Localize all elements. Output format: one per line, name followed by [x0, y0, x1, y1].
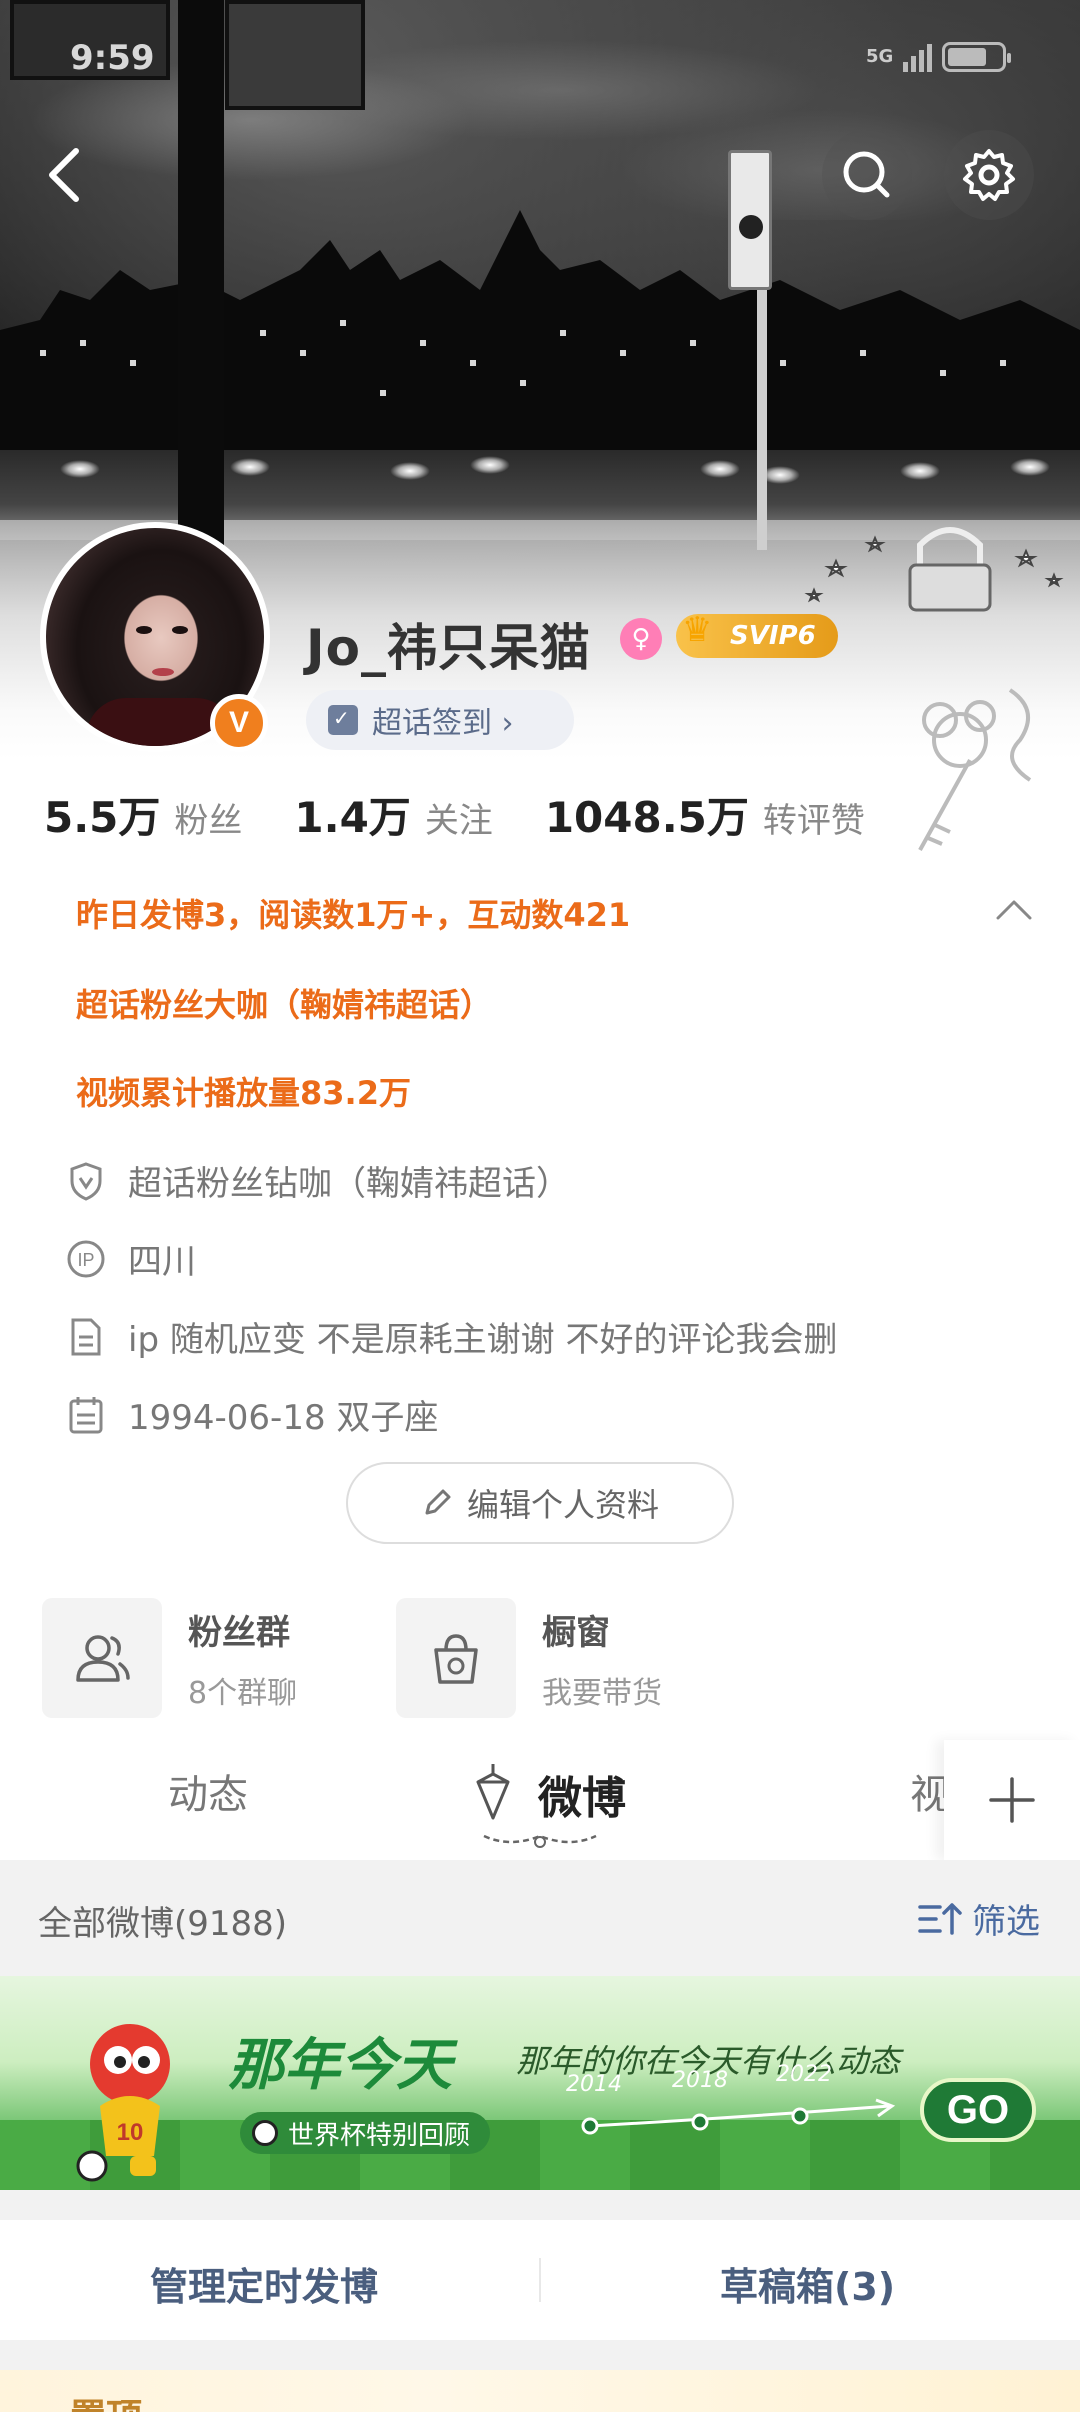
highlight-video-plays: 视频累计播放量83.2万 [76, 1074, 411, 1112]
username: Jo_祎只呆猫 [306, 619, 591, 677]
calendar-check-icon [328, 705, 358, 735]
gender-female-icon: ♀ [620, 618, 662, 660]
stat-value: 1048.5万 [544, 793, 749, 842]
svip-label: SVIP6 [730, 621, 816, 651]
fan-group-card[interactable]: 粉丝群 8个群聊 [42, 1598, 297, 1718]
fan-group-subtitle: 8个群聊 [188, 1675, 298, 1711]
svg-text:IP: IP [77, 1250, 94, 1270]
stat-label: 转评赞 [762, 801, 865, 841]
weibo-filter-bar: 全部微博(9188) 筛选 [0, 1860, 1080, 1976]
cover-pole [178, 0, 224, 560]
all-weibo-count: 全部微博(9188) [38, 1904, 288, 1944]
key-sticker-icon [918, 688, 1032, 851]
battery-icon [942, 42, 1012, 72]
taxi-sign [728, 150, 772, 290]
back-button[interactable] [20, 130, 110, 220]
chain-decoration-icon [483, 1834, 597, 1848]
filter-label: 筛选 [972, 1902, 1040, 1942]
info-ip-text: 四川 [128, 1242, 196, 1282]
world-cup-pill: 世界杯特别回顾 [240, 2112, 491, 2154]
people-icon [42, 1598, 162, 1718]
highlight-yesterday: 昨日发博3，阅读数1万+，互动数421 [76, 896, 631, 934]
chevron-up-icon[interactable] [994, 890, 1034, 930]
edit-profile-label: 编辑个人资料 [466, 1486, 659, 1524]
info-bio-text: ip 随机应变 不是原耗主谢谢 不好的评论我会删 [128, 1320, 838, 1360]
tab-weibo[interactable]: 微博 [538, 1762, 626, 1826]
network-label: 5G [866, 46, 894, 67]
info-birthday-row: 1994-06-18 双子座 [66, 1390, 438, 1439]
drafts-button[interactable]: 草稿箱(3) [720, 2256, 895, 2311]
gem-icon [476, 1764, 510, 1820]
stat-value: 1.4万 [294, 793, 411, 842]
filter-button[interactable]: 筛选 [918, 1894, 1040, 1943]
search-button[interactable] [822, 130, 912, 220]
chaohua-checkin-label: 超话签到 › [372, 706, 514, 741]
search-icon [843, 151, 890, 198]
cover-skyline [0, 210, 1080, 470]
verified-badge: V [210, 694, 268, 752]
svip-badge[interactable]: ♛ SVIP6 [676, 610, 838, 658]
calendar-icon [66, 1395, 106, 1435]
cover-lights [0, 440, 1080, 500]
settings-button[interactable] [944, 130, 1034, 220]
year-label: 2022 [776, 2062, 832, 2087]
info-badge-text: 超话粉丝钻咖（鞠婧祎超话） [128, 1164, 570, 1204]
year-label: 2014 [566, 2072, 622, 2097]
stat-interactions[interactable]: 1048.5万 转评赞 [545, 784, 865, 845]
section-gap [0, 2190, 1080, 2220]
showcase-title: 橱窗 [542, 1612, 610, 1653]
on-this-day-banner[interactable]: 10 那年今天 那年的你在今天有什么动态 世界杯特别回顾 2014 2018 2… [0, 1976, 1080, 2190]
info-bio-row: ip 随机应变 不是原耗主谢谢 不好的评论我会删 [66, 1312, 837, 1361]
avatar[interactable]: V [40, 522, 270, 752]
scheduled-posts-button[interactable]: 管理定时发博 [150, 2256, 378, 2311]
status-time: 9:59 [70, 38, 155, 78]
stat-label: 粉丝 [174, 801, 243, 841]
stat-followers[interactable]: 5.5万 粉丝 [44, 784, 242, 845]
crown-icon: ♛ [682, 610, 713, 650]
jersey-number: 10 [117, 2119, 144, 2146]
info-badge-row[interactable]: 超话粉丝钻咖（鞠婧祎超话） [66, 1156, 570, 1205]
showcase-card[interactable]: 橱窗 我要带货 [396, 1598, 662, 1718]
status-indicators: 5G [866, 42, 1012, 72]
go-button[interactable]: GO [920, 2078, 1036, 2142]
gear-icon [963, 149, 1015, 201]
stat-label: 关注 [424, 801, 493, 841]
plus-icon [989, 1777, 1035, 1823]
stat-value: 5.5万 [44, 793, 161, 842]
info-birthday-text: 1994-06-18 双子座 [128, 1398, 439, 1438]
ip-icon: IP [66, 1239, 106, 1279]
shopping-bag-icon [396, 1598, 516, 1718]
shield-icon [66, 1161, 106, 1201]
pinned-label: 置顶 [70, 2388, 142, 2412]
add-tab-button[interactable] [944, 1740, 1080, 1860]
section-gap [0, 2340, 1080, 2370]
highlight-chaohua-fan[interactable]: 超话粉丝大咖（鞠婧祎超话） [76, 980, 492, 1026]
year-label: 2018 [672, 2068, 728, 2093]
banner-title: 那年今天 [228, 2033, 452, 2098]
filter-icon [918, 1902, 962, 1935]
chaohua-checkin-button[interactable]: 超话签到 › [306, 690, 574, 750]
chevron-left-icon [49, 148, 79, 202]
pinned-post-card[interactable]: 置顶 [0, 2370, 1080, 2412]
info-ip-row: IP 四川 [66, 1234, 196, 1283]
lock-sticker-icon [804, 527, 1064, 612]
fan-group-title: 粉丝群 [188, 1612, 290, 1653]
divider [539, 2258, 541, 2302]
tab-dongtai[interactable]: 动态 [168, 1762, 248, 1820]
soccer-ball-icon [252, 2120, 278, 2146]
weibo-mascot-icon: 10 [76, 2024, 170, 2182]
profile-stats: 5.5万 粉丝 1.4万 关注 1048.5万 转评赞 [44, 784, 917, 845]
profile-tabs: 动态 微博 视 [0, 1740, 1080, 1860]
pencil-icon [425, 1489, 451, 1515]
edit-profile-button[interactable]: 编辑个人资料 [346, 1462, 734, 1544]
showcase-subtitle: 我要带货 [542, 1675, 662, 1711]
weibo-actions-bar: 管理定时发博 草稿箱(3) [0, 2220, 1080, 2340]
signal-icon [903, 42, 933, 72]
stat-following[interactable]: 1.4万 关注 [294, 784, 492, 845]
world-cup-pill-label: 世界杯特别回顾 [288, 2120, 471, 2151]
document-icon [66, 1317, 106, 1357]
cover-billboard [225, 0, 365, 110]
